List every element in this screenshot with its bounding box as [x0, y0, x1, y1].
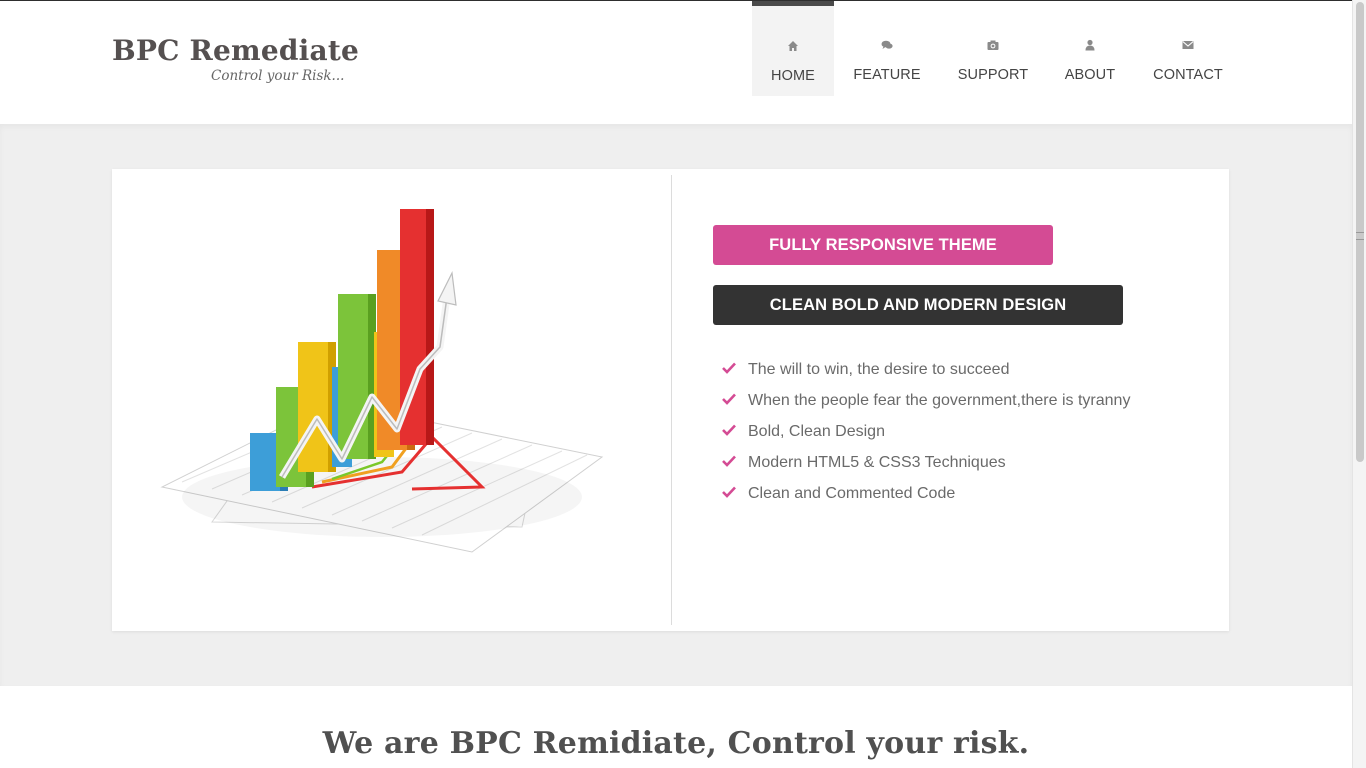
logo-title: BPC Remediate — [112, 34, 359, 67]
camera-icon — [987, 40, 999, 50]
feature-list: The will to win, the desire to succeed W… — [722, 359, 1130, 514]
modern-design-badge[interactable]: CLEAN BOLD AND MODERN DESIGN — [713, 285, 1123, 325]
list-item: Modern HTML5 & CSS3 Techniques — [722, 452, 1130, 483]
nav-item-home[interactable]: HOME — [752, 1, 834, 96]
section-heading: We are BPC Remidiate, Control your risk. — [322, 726, 1030, 761]
list-item: Clean and Commented Code — [722, 483, 1130, 514]
check-icon — [722, 455, 736, 467]
card-divider — [671, 175, 672, 625]
page-scrollbar[interactable] — [1352, 0, 1366, 768]
scrollbar-grip-icon — [1356, 232, 1364, 240]
check-icon — [722, 362, 736, 374]
hero-card: FULLY RESPONSIVE THEME CLEAN BOLD AND MO… — [112, 169, 1229, 631]
user-icon — [1085, 39, 1095, 51]
check-icon — [722, 424, 736, 436]
feature-text: Clean and Commented Code — [748, 485, 956, 502]
list-item: When the people fear the government,ther… — [722, 390, 1130, 421]
envelope-icon — [1182, 41, 1194, 49]
feature-text: Modern HTML5 & CSS3 Techniques — [748, 454, 1006, 471]
nav-label-home: HOME — [771, 68, 815, 84]
comments-icon — [881, 40, 893, 49]
nav-label-feature: FEATURE — [853, 67, 921, 83]
nav-label-support: SUPPORT — [957, 67, 1029, 83]
check-icon — [722, 486, 736, 498]
list-item: Bold, Clean Design — [722, 421, 1130, 452]
nav-label-contact: CONTACT — [1153, 67, 1223, 83]
responsive-theme-badge[interactable]: FULLY RESPONSIVE THEME — [713, 225, 1053, 265]
feature-text: The will to win, the desire to succeed — [748, 361, 1010, 378]
check-icon — [722, 393, 736, 405]
nav-item-contact[interactable]: CONTACT — [1134, 1, 1242, 96]
nav-label-about: ABOUT — [1064, 67, 1116, 83]
logo-tagline: Control your Risk... — [211, 68, 345, 84]
hero-band: FULLY RESPONSIVE THEME CLEAN BOLD AND MO… — [0, 124, 1352, 686]
3d-bar-chart-illustration — [160, 209, 604, 553]
feature-text: When the people fear the government,ther… — [748, 392, 1131, 409]
nav-item-about[interactable]: ABOUT — [1046, 1, 1134, 96]
feature-text: Bold, Clean Design — [748, 423, 885, 440]
site-header: BPC Remediate Control your Risk... HOME … — [0, 1, 1352, 124]
home-icon — [788, 41, 798, 51]
nav-item-support[interactable]: SUPPORT — [940, 1, 1046, 96]
list-item: The will to win, the desire to succeed — [722, 359, 1130, 390]
main-nav: HOME FEATURE SUPPORT ABOUT CONTACT — [752, 1, 1242, 97]
logo[interactable]: BPC Remediate Control your Risk... — [112, 34, 372, 85]
nav-item-feature[interactable]: FEATURE — [834, 1, 940, 96]
